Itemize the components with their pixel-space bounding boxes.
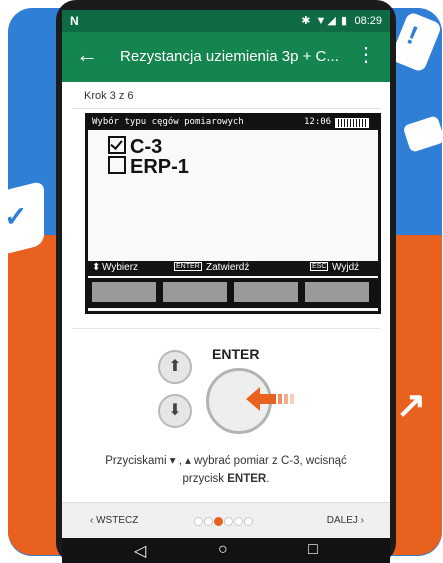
system-home-icon[interactable]: ○ xyxy=(218,541,228,559)
enter-tag: ENTER xyxy=(174,262,202,271)
divider xyxy=(72,328,380,329)
option-label: ERP-1 xyxy=(130,156,189,178)
page-dot xyxy=(194,517,203,526)
footer-confirm: Zatwierdź xyxy=(206,262,250,273)
up-button[interactable]: ⬆ xyxy=(158,350,192,384)
arrow-up-icon: ⬆ xyxy=(168,358,182,375)
instruction-text: Przyciskami ▾ , ▴ wybrać pomiar z C-3, w… xyxy=(80,452,372,488)
page-dot xyxy=(244,517,253,526)
back-arrow-icon[interactable]: ← xyxy=(76,44,98,66)
option-label: C-3 xyxy=(130,136,163,158)
page-dot xyxy=(234,517,243,526)
meter-header: Wybór typu cęgów pomiarowych 12:06 xyxy=(88,116,378,130)
nfc-icon: N xyxy=(70,14,79,28)
soft-key-3 xyxy=(234,282,298,302)
page-dot xyxy=(224,517,233,526)
instruction-line-1: Przyciskami ▾ , ▴ wybrać pomiar z C-3, w… xyxy=(105,455,347,467)
more-options-icon[interactable]: ⋮ xyxy=(356,44,376,66)
phone-screen: N ✱ ▼◢ ▮ 08:29 ← Rezystancja uziemienia … xyxy=(62,10,390,563)
page-dot-active xyxy=(214,517,223,526)
enter-label: ENTER xyxy=(212,346,260,362)
next-button[interactable]: DALEJ › xyxy=(327,515,364,526)
soft-key-4 xyxy=(305,282,369,302)
meter-header-label: Wybór typu cęgów pomiarowych xyxy=(92,117,244,127)
option-c3[interactable]: C-3 xyxy=(108,136,162,157)
meter-display: Wybór typu cęgów pomiarowych 12:06 C-3 E… xyxy=(85,113,381,314)
page-indicator xyxy=(194,517,254,529)
diagonal-arrow-icon: ↗ xyxy=(396,384,427,425)
system-navigation-bar: ◁ ○ □ xyxy=(62,538,390,563)
instruction-line-2: przycisk ENTER. xyxy=(80,470,372,488)
checkbox-checked-icon xyxy=(108,136,126,154)
page-dot xyxy=(204,517,213,526)
checkbox-empty-icon xyxy=(108,156,126,174)
updown-icon: ⬍ xyxy=(92,262,101,273)
back-button[interactable]: ‹ WSTECZ xyxy=(90,515,138,526)
soft-key-2 xyxy=(163,282,227,302)
instruction-prefix: przycisk xyxy=(182,473,228,485)
battery-icon xyxy=(335,118,369,128)
instruction-suffix: . xyxy=(266,473,270,485)
checkmark-icon: ✓ xyxy=(4,201,28,232)
page-title: Rezystancja uziemienia 3p + C... xyxy=(120,48,339,65)
option-erp1[interactable]: ERP-1 xyxy=(108,156,189,177)
system-back-icon[interactable]: ◁ xyxy=(134,541,146,561)
signal-icons: ✱ ▼◢ ▮ xyxy=(301,15,348,27)
footer-exit: Wyjdź xyxy=(332,262,360,273)
instruction-bold: ENTER xyxy=(227,473,267,485)
pointing-arrow-icon xyxy=(246,387,294,411)
down-button[interactable]: ⬇ xyxy=(158,394,192,428)
divider xyxy=(72,108,380,109)
meter-footer: ⬍ Wybierz ENTER Zatwierdź ESC Wyjdź xyxy=(88,261,378,276)
arrow-down-icon: ⬇ xyxy=(168,402,182,419)
esc-tag: ESC xyxy=(310,262,329,271)
footer-select: Wybierz xyxy=(102,262,139,273)
wizard-navigation: ‹ WSTECZ DALEJ › xyxy=(62,502,390,539)
step-indicator: Krok 3 z 6 xyxy=(84,90,134,102)
status-time: 08:29 xyxy=(354,15,382,27)
system-recents-icon[interactable]: □ xyxy=(308,541,318,559)
meter-soft-keys xyxy=(88,278,378,308)
app-bar: ← Rezystancja uziemienia 3p + C... ⋮ xyxy=(62,32,390,82)
meter-time: 12:06 xyxy=(304,117,332,127)
soft-key-1 xyxy=(92,282,156,302)
status-bar: N ✱ ▼◢ ▮ 08:29 xyxy=(62,10,390,32)
